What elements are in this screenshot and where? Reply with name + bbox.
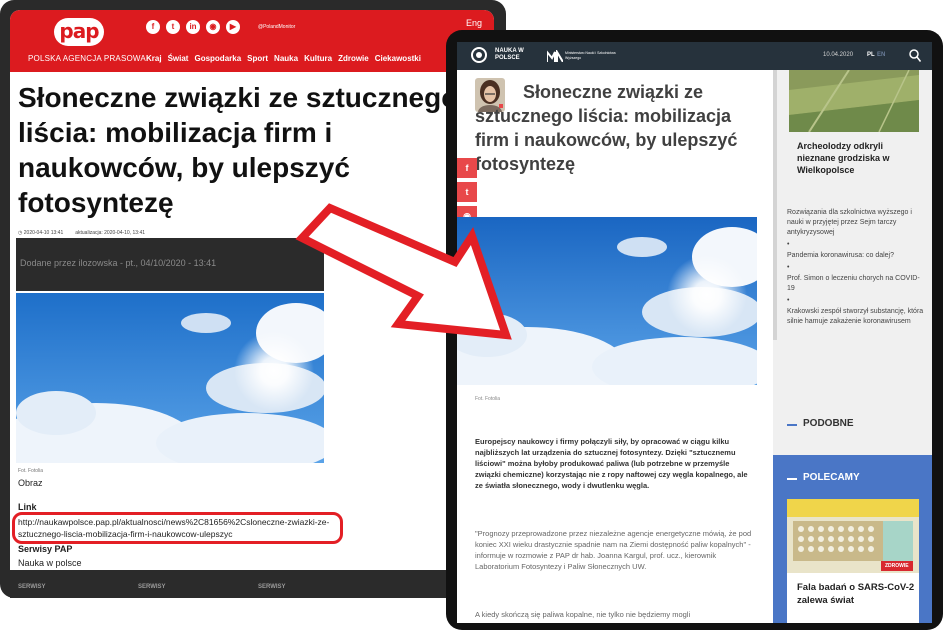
list-bullet: • — [787, 241, 790, 248]
pap-services-value: Nauka w polsce — [18, 558, 82, 568]
pap-link-label: Link — [18, 502, 37, 512]
pap-article-image — [16, 293, 324, 463]
pap-dates: ◷ 2020-04-10 13:41 aktualizacja: 2020-04… — [18, 230, 145, 236]
category-badge: ZDROWIE — [881, 561, 913, 571]
pap-added-by: Dodane przez ilozowska - pt., 04/10/2020… — [20, 258, 217, 268]
nwp-article-lead: Europejscy naukowcy i firmy połączyli si… — [475, 437, 748, 490]
twitter-icon[interactable]: t — [166, 20, 180, 34]
nav-item-kultura[interactable]: Kultura — [304, 54, 332, 63]
nwp-sidebar: Archeolodzy odkryli nieznane grodziska w… — [773, 70, 932, 623]
footer-link[interactable]: SERWISY — [18, 584, 46, 590]
pap-image-label: Obraz — [18, 478, 43, 488]
nwp-date: 10.04.2020 — [823, 52, 854, 58]
right-device-frame: NAUKA W POLSCE Ministerstwo Nauki i Szko… — [446, 30, 943, 630]
pap-services-label: Serwisy PAP — [18, 544, 73, 554]
facebook-icon[interactable]: f — [457, 158, 477, 178]
pap-added-by-box: Dodane przez ilozowska - pt., 04/10/2020… — [16, 238, 324, 291]
linkedin-icon[interactable]: in — [186, 20, 200, 34]
rss-icon[interactable]: ◉ — [206, 20, 220, 34]
nav-item-ciekawostki[interactable]: Ciekawostki — [375, 54, 421, 63]
pap-footer: SERWISY SERWISY SERWISY — [10, 570, 494, 598]
link-highlight-ring — [12, 512, 343, 544]
left-device-frame: pap POLSKA AGENCJA PRASOWA f t in ◉ ▶ @P… — [0, 0, 506, 598]
pap-image-credit: Fot. Fotolia — [18, 468, 44, 474]
polecamy-section: POLECAMY ZDROWIE Fala badań o SARS-CoV-2… — [773, 455, 932, 623]
nwp-logo-icon[interactable] — [471, 47, 487, 63]
nav-item-swiat[interactable]: Świat — [168, 54, 189, 63]
list-bullet: • — [787, 297, 790, 304]
podobne-heading: PODOBNE — [803, 418, 854, 429]
youtube-icon[interactable]: ▶ — [226, 20, 240, 34]
facebook-icon[interactable]: f — [146, 20, 160, 34]
nwp-brand[interactable]: NAUKA W POLSCE — [495, 48, 535, 62]
ministry-name[interactable]: Ministerstwo Nauki i Szkolnictwa Wyższeg… — [565, 51, 623, 60]
ministry-logo-icon[interactable] — [547, 50, 563, 62]
sidebar-list: Rozwiązania dla szkolnictwa wyższego i n… — [787, 208, 927, 330]
teaser-image[interactable] — [789, 70, 919, 132]
pap-social-handle[interactable]: @PolandMonitor — [258, 24, 295, 30]
nwp-article-title: Słoneczne związki ze sztucznego liścia: … — [475, 82, 738, 174]
pap-tagline: POLSKA AGENCJA PRASOWA — [28, 54, 146, 63]
list-item[interactable]: Krakowski zespół stworzył substancję, kt… — [787, 307, 927, 327]
section-accent — [787, 424, 797, 426]
recommended-card-title[interactable]: Fala badań o SARS-CoV-2 zalewa świat — [797, 581, 915, 607]
search-icon[interactable] — [909, 49, 921, 63]
list-item[interactable]: Prof. Simon o leczeniu chorych na COVID-… — [787, 274, 927, 294]
footer-link[interactable]: SERWISY — [258, 584, 286, 590]
recommended-card[interactable]: ZDROWIE Fala badań o SARS-CoV-2 zalewa ś… — [787, 499, 919, 623]
pap-social-icons: f t in ◉ ▶ — [146, 20, 240, 34]
nav-item-nauka[interactable]: Nauka — [274, 54, 298, 63]
sidebar-divider — [773, 70, 777, 340]
pap-logo[interactable]: pap — [54, 18, 104, 46]
pap-date-published: ◷ 2020-04-10 13:41 — [18, 230, 64, 236]
nav-item-gospodarka[interactable]: Gospodarka — [194, 54, 241, 63]
pap-header: pap POLSKA AGENCJA PRASOWA f t in ◉ ▶ @P… — [10, 10, 494, 72]
nwp-article-body: "Prognozy przeprowadzone przez niezależn… — [475, 529, 752, 571]
polecamy-heading: POLECAMY — [803, 472, 860, 483]
pap-article-title: Słoneczne związki ze sztucznego liścia: … — [18, 82, 459, 218]
lang-pl[interactable]: PL — [867, 52, 875, 58]
pap-lang-switch[interactable]: Eng — [466, 18, 482, 28]
section-accent — [787, 478, 797, 480]
nwp-article-body-more: A kiedy skończą się paliwa kopalne, nie … — [475, 610, 691, 619]
lang-en[interactable]: EN — [877, 52, 885, 58]
nav-item-kraj[interactable]: Kraj — [146, 54, 162, 63]
pap-date-updated: aktualizacja: 2020-04-10, 13:41 — [75, 230, 146, 236]
nav-item-sport[interactable]: Sport — [247, 54, 268, 63]
list-item[interactable]: Rozwiązania dla szkolnictwa wyższego i n… — [787, 208, 927, 238]
nwp-image-credit: Fot. Fotolia — [475, 396, 501, 402]
list-bullet: • — [787, 264, 790, 271]
nwp-header: NAUKA W POLSCE Ministerstwo Nauki i Szko… — [457, 42, 932, 70]
footer-link[interactable]: SERWISY — [138, 584, 166, 590]
twitter-icon[interactable]: t — [457, 182, 477, 202]
nav-item-zdrowie[interactable]: Zdrowie — [338, 54, 369, 63]
list-item[interactable]: Pandemia koronawirusa: co dalej? — [787, 251, 927, 261]
teaser-title[interactable]: Archeolodzy odkryli nieznane grodziska w… — [797, 140, 917, 176]
pap-page: pap POLSKA AGENCJA PRASOWA f t in ◉ ▶ @P… — [10, 10, 494, 598]
pap-nav: Kraj Świat Gospodarka Sport Nauka Kultur… — [146, 54, 421, 63]
nwp-article-image — [457, 217, 757, 385]
nwp-page: NAUKA W POLSCE Ministerstwo Nauki i Szko… — [457, 42, 932, 623]
